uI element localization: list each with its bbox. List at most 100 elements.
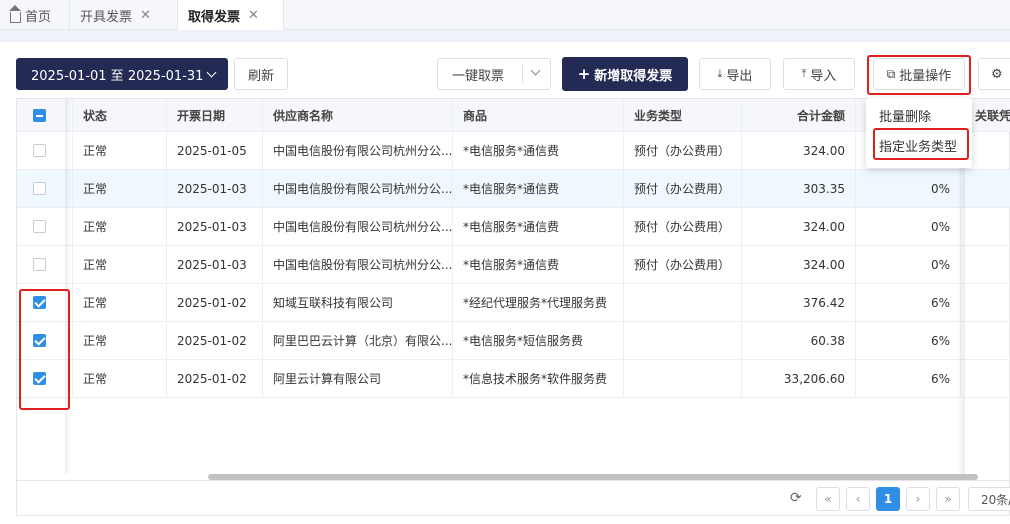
cell-status: 正常: [73, 132, 167, 169]
cell-supplier: 中国电信股份有限公司杭州分公...: [263, 132, 453, 169]
cell-date: 2025-01-02: [167, 360, 263, 397]
table-row[interactable]: 正常 2025-01-03 中国电信股份有限公司杭州分公... *电信服务*通信费 预付…: [17, 246, 1010, 284]
cell-date: 2025-01-03: [167, 170, 263, 207]
page-number-button[interactable]: 1: [876, 487, 900, 511]
cell-supplier: 知域互联科技有限公司: [263, 284, 453, 321]
chevron-down-icon: [206, 67, 217, 77]
col-status[interactable]: 状态: [73, 99, 167, 131]
home-icon: [9, 4, 21, 23]
row-checkbox[interactable]: [33, 220, 46, 233]
cell-amount: 324.00: [742, 246, 856, 283]
table-row[interactable]: 正常 2025-01-02 知域互联科技有限公司 *经纪代理服务*代理服务费 376.4…: [17, 284, 1010, 322]
col-amount[interactable]: 合计金额: [742, 99, 856, 131]
close-icon[interactable]: ✕: [140, 8, 151, 23]
cell-rate: 0%: [856, 246, 961, 283]
next-page-button[interactable]: ›: [906, 487, 930, 511]
refresh-button[interactable]: 刷新: [234, 58, 288, 90]
cell-status: 正常: [73, 322, 167, 359]
page-size-select[interactable]: 20条/: [968, 487, 1010, 511]
prev-page-button[interactable]: ‹: [846, 487, 870, 511]
col-date[interactable]: 开票日期: [167, 99, 263, 131]
cell-goods: *电信服务*通信费: [453, 246, 624, 283]
cell-rate: 6%: [856, 360, 961, 397]
close-icon[interactable]: ✕: [248, 8, 259, 23]
row-checkbox[interactable]: [33, 182, 46, 195]
tab-received-invoice[interactable]: 取得发票 ✕: [178, 0, 284, 31]
cell-biz-type: [624, 360, 742, 397]
row-checkbox[interactable]: [33, 258, 46, 271]
cell-amount: 303.35: [742, 170, 856, 207]
import-label: 导入: [810, 68, 837, 84]
table-row[interactable]: 正常 2025-01-05 中国电信股份有限公司杭州分公... *电信服务*通信费 预付…: [17, 132, 1010, 170]
row-checkbox[interactable]: [33, 296, 46, 309]
chevron-down-icon[interactable]: [530, 65, 541, 76]
tab-label: 取得发票: [188, 10, 241, 25]
cell-rate: 6%: [856, 322, 961, 359]
cell-goods: *信息技术服务*软件服务费: [453, 360, 624, 397]
last-page-button[interactable]: »: [936, 487, 960, 511]
cell-goods: *电信服务*短信服务费: [453, 322, 624, 359]
cell-status: 正常: [73, 208, 167, 245]
menu-item-assign-biz-type[interactable]: 指定业务类型: [866, 130, 972, 160]
date-range-picker[interactable]: 2025-01-01 至 2025-01-31: [16, 58, 228, 90]
upload-icon: ⤒: [801, 67, 807, 80]
cell-goods: *电信服务*通信费: [453, 170, 624, 207]
cell-status: 正常: [73, 246, 167, 283]
menu-item-batch-delete[interactable]: 批量删除: [866, 100, 972, 130]
refresh-icon[interactable]: ⟳: [790, 490, 802, 506]
cell-amount: 376.42: [742, 284, 856, 321]
cell-date: 2025-01-05: [167, 132, 263, 169]
export-button[interactable]: ⤓ 导出: [699, 58, 771, 90]
one-click-fetch-button[interactable]: 一键取票: [437, 58, 551, 90]
batch-ops-label: 批量操作: [899, 68, 952, 84]
cell-biz-type: 预付（办公费用）: [624, 208, 742, 245]
cell-biz-type: 预付（办公费用）: [624, 170, 742, 207]
cell-status: 正常: [73, 360, 167, 397]
cell-supplier: 阿里巴巴云计算（北京）有限公...: [263, 322, 453, 359]
tab-bar: 首页 开具发票 ✕ 取得发票 ✕: [0, 0, 1010, 31]
tab-issue-invoice[interactable]: 开具发票 ✕: [70, 0, 178, 30]
cell-amount: 324.00: [742, 132, 856, 169]
split-divider: [522, 65, 523, 83]
tab-home[interactable]: 首页: [0, 0, 70, 30]
copy-icon: ⧉: [886, 66, 896, 81]
cell-status: 正常: [73, 284, 167, 321]
cell-linked: [961, 322, 1010, 359]
cell-linked: [961, 284, 1010, 321]
col-goods[interactable]: 商品: [453, 99, 624, 131]
cell-amount: 60.38: [742, 322, 856, 359]
cell-date: 2025-01-03: [167, 208, 263, 245]
export-label: 导出: [726, 68, 753, 84]
col-supplier[interactable]: 供应商名称: [263, 99, 453, 131]
table-row[interactable]: 正常 2025-01-02 阿里云计算有限公司 *信息技术服务*软件服务费 33,206…: [17, 360, 1010, 398]
table-row[interactable]: 正常 2025-01-02 阿里巴巴云计算（北京）有限公... *电信服务*短信服务费…: [17, 322, 1010, 360]
cell-amount: 324.00: [742, 208, 856, 245]
cell-goods: *电信服务*通信费: [453, 208, 624, 245]
row-checkbox[interactable]: [33, 144, 46, 157]
cell-supplier: 阿里云计算有限公司: [263, 360, 453, 397]
first-page-button[interactable]: «: [816, 487, 840, 511]
tab-label: 开具发票: [80, 9, 133, 25]
table-header: 状态 开票日期 供应商名称 商品 业务类型 合计金额 关联凭: [17, 99, 1010, 132]
add-invoice-button[interactable]: + 新增取得发票: [562, 57, 688, 91]
row-checkbox[interactable]: [33, 372, 46, 385]
col-biz-type[interactable]: 业务类型: [624, 99, 742, 131]
batch-ops-button[interactable]: ⧉ 批量操作: [873, 58, 965, 90]
cell-biz-type: [624, 284, 742, 321]
date-range-value: 2025-01-01 至 2025-01-31: [31, 68, 204, 84]
table-row[interactable]: 正常 2025-01-03 中国电信股份有限公司杭州分公... *电信服务*通信费 预付…: [17, 170, 1010, 208]
fixed-column-shadow: [65, 99, 71, 474]
table-footer-divider: [17, 480, 1010, 481]
cell-date: 2025-01-03: [167, 246, 263, 283]
plus-icon: +: [577, 65, 591, 83]
cell-goods: *电信服务*通信费: [453, 132, 624, 169]
horizontal-scrollbar[interactable]: [16, 474, 1010, 480]
table-row[interactable]: 正常 2025-01-03 中国电信股份有限公司杭州分公... *电信服务*通信费 预付…: [17, 208, 1010, 246]
cell-biz-type: 预付（办公费用）: [624, 132, 742, 169]
settings-button[interactable]: ⚙: [978, 58, 1010, 90]
import-button[interactable]: ⤒ 导入: [783, 58, 855, 90]
select-all-checkbox[interactable]: [33, 108, 46, 122]
tab-label: 首页: [25, 9, 52, 25]
row-checkbox[interactable]: [33, 334, 46, 347]
scrollbar-thumb[interactable]: [208, 474, 978, 480]
